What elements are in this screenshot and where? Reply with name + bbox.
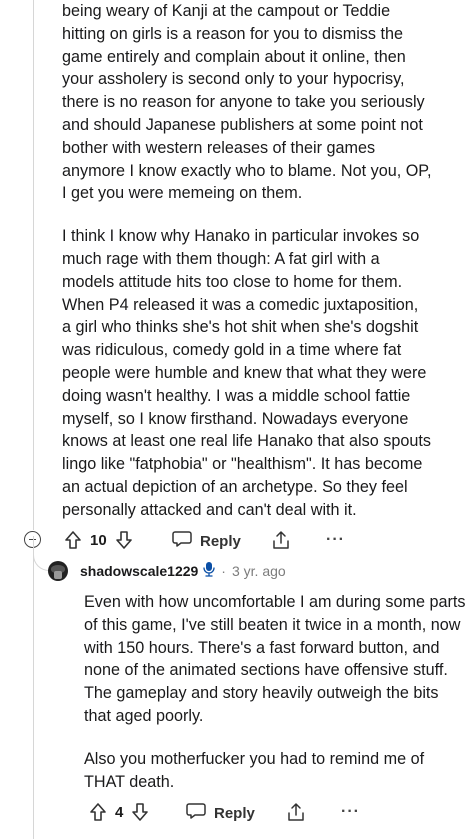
reply-button[interactable]: Reply — [186, 802, 255, 824]
comment-paragraph: I think I know why Hanako in particular … — [62, 227, 431, 519]
vote-controls: 4 — [89, 799, 149, 825]
comment-action-bar: 10 Reply ··· — [0, 527, 474, 553]
comment-paragraph: Also you motherfucker you had to remind … — [84, 749, 425, 791]
comment-header: shadowscale1229 · 3 yr. ago — [48, 560, 286, 582]
comment-paragraph: Even with how uncomfortable I am during … — [84, 593, 466, 725]
comment-action-bar: 4 Reply ··· — [0, 799, 474, 825]
separator-dot: · — [221, 563, 226, 579]
vote-count: 4 — [115, 803, 124, 821]
avatar[interactable] — [48, 561, 68, 581]
username[interactable]: shadowscale1229 — [80, 563, 198, 579]
thread-line — [33, 0, 34, 530]
reply-label: Reply — [214, 804, 255, 822]
comment-body: being weary of Kanji at the campout or T… — [62, 0, 462, 522]
thread-line — [33, 548, 34, 839]
more-options-button[interactable]: ··· — [341, 803, 360, 821]
microphone-icon — [203, 561, 215, 582]
reply-icon — [186, 802, 206, 824]
downvote-icon[interactable] — [131, 802, 149, 822]
vote-count: 10 — [90, 531, 107, 549]
vote-controls: 10 — [64, 527, 133, 553]
share-icon[interactable] — [272, 530, 290, 554]
reply-icon — [172, 530, 192, 552]
more-options-button[interactable]: ··· — [326, 531, 345, 549]
comment-paragraph: being weary of Kanji at the campout or T… — [62, 2, 432, 203]
upvote-icon[interactable] — [64, 530, 82, 550]
reply-button[interactable]: Reply — [172, 530, 241, 552]
downvote-icon[interactable] — [115, 530, 133, 550]
share-icon[interactable] — [287, 802, 305, 826]
comment-body: Even with how uncomfortable I am during … — [84, 591, 469, 793]
upvote-icon[interactable] — [89, 802, 107, 822]
reply-label: Reply — [200, 532, 241, 550]
timestamp: 3 yr. ago — [231, 563, 286, 579]
